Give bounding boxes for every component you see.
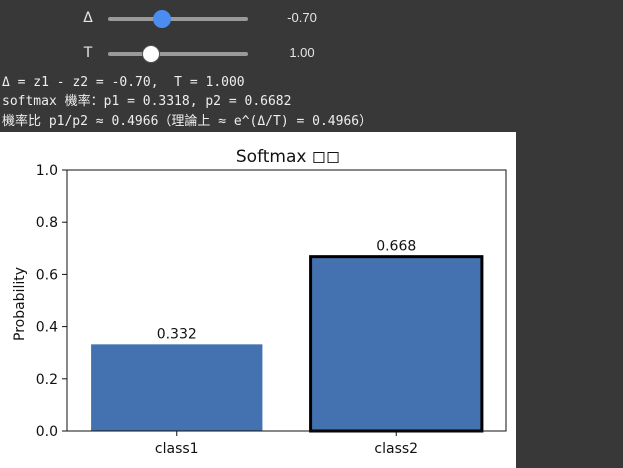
x-tick-label: class2 — [374, 441, 418, 457]
delta-slider-thumb[interactable] — [152, 10, 171, 28]
bar-class2 — [309, 255, 484, 433]
delta-slider-track[interactable] — [108, 10, 248, 28]
temperature-slider-thumb[interactable] — [142, 45, 161, 63]
y-tick-label: 0.0 — [36, 424, 58, 440]
x-tick-label: class1 — [155, 441, 199, 457]
bar-value-label: 0.668 — [376, 239, 416, 255]
softmax-bar-chart: Softmax ◻◻ Probability 0.0 0.2 0.4 0.6 0.8 1.… — [0, 132, 516, 468]
bar-value-label: 0.332 — [157, 326, 197, 342]
temperature-slider-value: 1.00 — [289, 45, 315, 60]
chart-canvas: Softmax ◻◻ Probability 0.0 0.2 0.4 0.6 0.8 1.… — [12, 147, 507, 457]
bars: 0.332 0.668 — [91, 239, 484, 433]
y-tick-label: 1.0 — [36, 163, 58, 179]
output-line-softmax: softmax 機率：p1 = 0.3318, p2 = 0.6682 — [2, 94, 292, 109]
temperature-slider-row: T 1.00 — [0, 38, 623, 68]
delta-slider-value: -0.70 — [287, 10, 317, 25]
y-tick-label: 0.6 — [36, 267, 58, 283]
output-line-ratio: 機率比 p1/p2 ≈ 0.4966（理論上 ≈ e^(Δ/T) = 0.496… — [2, 114, 373, 129]
y-tick-label: 0.2 — [36, 372, 58, 388]
bar-class1 — [91, 344, 263, 431]
y-axis-label: Probability — [12, 267, 28, 341]
y-tick-label: 0.8 — [36, 215, 58, 231]
temperature-slider-track[interactable] — [108, 45, 248, 63]
delta-slider-row: Δ -0.70 — [0, 3, 623, 33]
output-line-delta: Δ = z1 - z2 = -0.70, T = 1.000 — [2, 75, 245, 90]
chart-title: Softmax ◻◻ — [236, 147, 340, 167]
y-tick-label: 0.4 — [36, 320, 58, 336]
